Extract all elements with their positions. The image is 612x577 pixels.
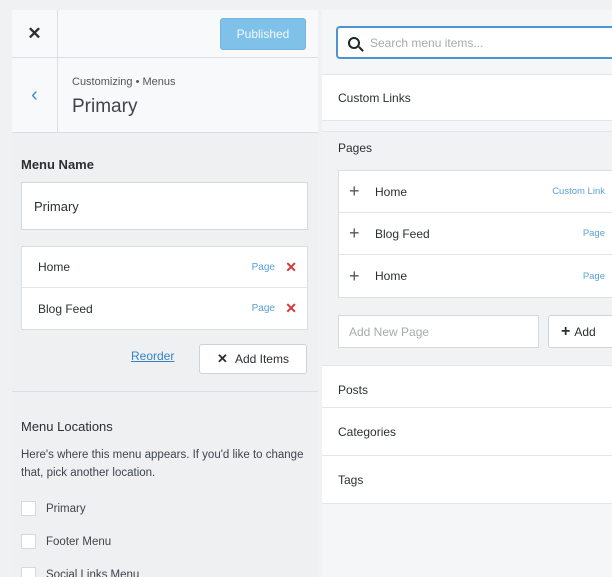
close-customizer-button[interactable]: ✕ [12, 10, 58, 58]
page-item-label: Home [375, 184, 408, 199]
add-menu-items-panel: Search menu items... Custom Links Pages … [322, 10, 612, 577]
accordion-categories[interactable]: Categories [322, 407, 612, 456]
menu-item-type: Page [251, 303, 275, 314]
remove-icon[interactable]: ✕ [285, 259, 297, 276]
menu-items-list: Home Page ✕ Blog Feed Page ✕ [21, 246, 308, 330]
page-item-label: Home [375, 269, 408, 283]
menu-name-input[interactable]: Primary [21, 182, 308, 230]
page-item-label: Blog Feed [375, 226, 430, 241]
plus-icon: + [561, 322, 571, 340]
menu-locations-description: Here's where this menu appears. If you'd… [21, 449, 304, 479]
page-item-type: Page [582, 228, 605, 239]
menu-item-label: Blog Feed [38, 301, 93, 316]
search-placeholder: Search menu items... [370, 35, 484, 50]
accordion-label: Categories [338, 424, 397, 439]
accordion-tags[interactable]: Tags [322, 455, 612, 504]
reorder-link[interactable]: Reorder [131, 349, 174, 363]
plus-icon: + [349, 223, 360, 243]
add-page-button[interactable]: + Add [548, 315, 612, 348]
location-label: Primary [46, 502, 86, 515]
list-item[interactable]: + Blog Feed Page [339, 213, 612, 255]
customizer-sidebar: ✕ Published ‹ Customizing • Menus Primar… [12, 10, 318, 577]
add-items-button[interactable]: ✕ Add Items [199, 344, 307, 374]
page-item-type: Page [582, 270, 605, 282]
menu-item[interactable]: Blog Feed Page ✕ [22, 288, 307, 329]
remove-icon[interactable]: ✕ [285, 300, 297, 317]
location-option-primary[interactable]: Primary [21, 501, 86, 516]
plus-icon: + [349, 181, 360, 201]
location-option-social-links-menu[interactable]: Social Links Menu [21, 567, 139, 577]
section-header: ‹ Customizing • Menus Primary [12, 58, 318, 133]
location-label: Social Links Menu [46, 568, 140, 577]
accordion-label: Custom Links [338, 90, 411, 105]
checkbox[interactable] [21, 534, 36, 549]
customizer-topbar: ✕ Published [12, 10, 318, 58]
location-option-footer-menu[interactable]: Footer Menu [21, 534, 111, 549]
menu-name-label: Menu Name [21, 157, 94, 172]
menu-item[interactable]: Home Page ✕ [22, 247, 307, 288]
pages-list: + Home Custom Link + Blog Feed Page + Ho… [338, 170, 612, 298]
accordion-label: Tags [338, 472, 364, 487]
divider [12, 391, 318, 392]
add-label: Add [574, 324, 596, 339]
menu-item-label: Home [38, 260, 71, 274]
plus-icon: + [349, 265, 360, 286]
search-icon [348, 36, 360, 49]
breadcrumb: Customizing • Menus [72, 76, 176, 88]
accordion-custom-links[interactable]: Custom Links [322, 74, 612, 121]
checkbox[interactable] [21, 567, 36, 577]
add-items-label: Add Items [234, 352, 289, 366]
accordion-pages: Pages + Home Custom Link + Blog Feed Pag… [322, 131, 612, 365]
list-item[interactable]: + Home Custom Link [339, 171, 612, 213]
chevron-left-icon: ‹ [31, 84, 38, 106]
menu-locations-label: Menu Locations [21, 419, 113, 434]
section-title: Primary [72, 96, 138, 117]
list-item[interactable]: + Home Page [339, 255, 612, 297]
close-icon: ✕ [217, 351, 228, 366]
search-menu-items-input[interactable]: Search menu items... [336, 26, 612, 59]
close-icon: ✕ [27, 24, 42, 43]
add-new-page-input[interactable]: Add New Page [338, 315, 539, 348]
accordion-label[interactable]: Pages [338, 141, 372, 155]
accordion-label: Posts [338, 382, 369, 397]
checkbox[interactable] [21, 501, 36, 516]
published-button[interactable]: Published [220, 18, 306, 50]
page-item-type: Custom Link [552, 186, 605, 197]
back-button[interactable]: ‹ [12, 58, 58, 133]
location-label: Footer Menu [46, 535, 112, 548]
menu-item-type: Page [251, 261, 275, 273]
